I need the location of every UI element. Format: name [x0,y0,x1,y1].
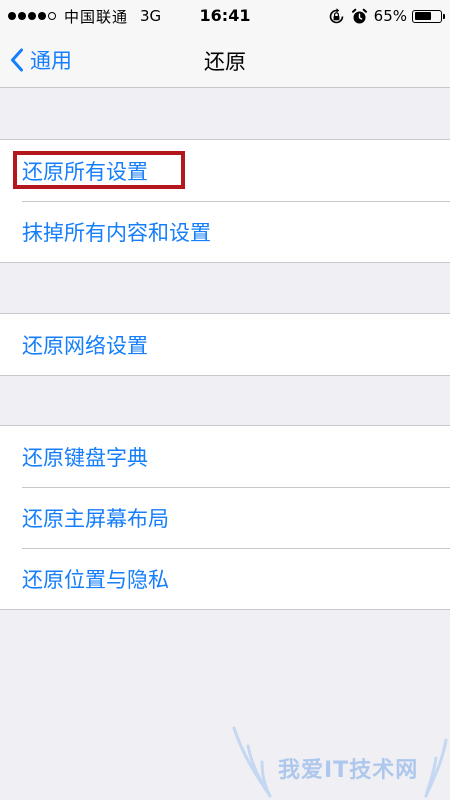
list-item-label: 还原主屏幕布局 [22,506,169,531]
reset-group-1: 还原所有设置 抹掉所有内容和设置 [0,139,450,263]
back-button[interactable]: 通用 [10,43,72,77]
list-item-label: 还原所有设置 [22,159,148,184]
list-item-label: 还原键盘字典 [22,445,148,470]
list-item-label: 还原位置与隐私 [22,567,169,592]
list-item-label: 抹掉所有内容和设置 [22,220,211,245]
reset-keyboard-dictionary-item[interactable]: 还原键盘字典 [0,426,450,487]
battery-tip [442,13,445,19]
reset-group-2: 还原网络设置 [0,313,450,376]
settings-screen: 中国联通 3G 16:41 65% 通用 还原 还原所有设置 抹掉所有内容和设置… [0,0,450,800]
reset-network-settings-item[interactable]: 还原网络设置 [0,314,450,375]
erase-all-content-item[interactable]: 抹掉所有内容和设置 [0,201,450,262]
alarm-icon [351,8,367,23]
list-item-label: 还原网络设置 [22,333,148,358]
reset-all-settings-item[interactable]: 还原所有设置 [0,140,450,201]
status-bar: 中国联通 3G 16:41 65% [0,0,450,32]
reset-location-privacy-item[interactable]: 还原位置与隐私 [0,548,450,609]
watermark-text: 我爱IT技术网 [278,758,419,783]
status-right: 65% [328,5,445,27]
reset-group-3: 还原键盘字典 还原主屏幕布局 还原位置与隐私 [0,425,450,610]
battery-fill [414,12,431,20]
chevron-left-icon [11,48,23,72]
wings-logo-icon [232,726,448,798]
watermark: 我爱IT技术网 [230,718,450,800]
navigation-bar: 通用 还原 [0,32,450,88]
reset-home-screen-layout-item[interactable]: 还原主屏幕布局 [0,487,450,548]
battery-percent: 65% [373,7,407,25]
rotation-lock-icon [329,7,343,23]
battery-icon [412,9,445,23]
back-button-label: 通用 [30,49,72,73]
